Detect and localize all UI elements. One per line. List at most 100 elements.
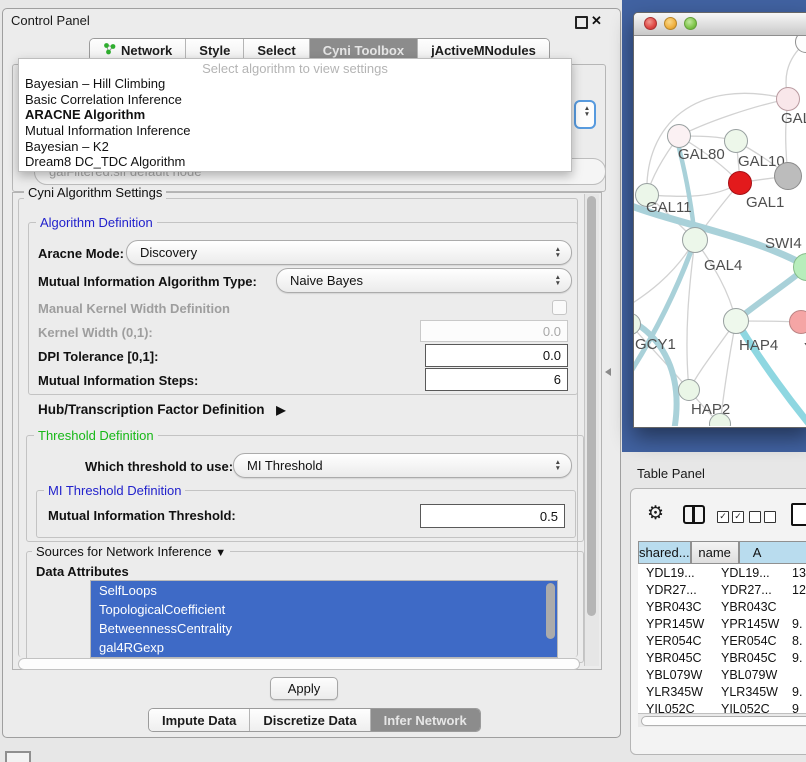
kernel-width-field[interactable]: 0.0 bbox=[420, 320, 568, 342]
network-node-gal80[interactable] bbox=[667, 124, 691, 148]
network-node-salmon[interactable] bbox=[789, 310, 806, 334]
node-label: SWI4 bbox=[765, 235, 802, 252]
data-attributes-list[interactable]: SelfLoops TopologicalCoefficient Between… bbox=[90, 580, 558, 658]
tab-infer-network[interactable]: Infer Network bbox=[371, 709, 480, 731]
node-label: GAL80 bbox=[678, 146, 725, 163]
algorithm-dropdown-popup: Select algorithm to view settings Bayesi… bbox=[18, 58, 572, 172]
network-node-gal-partial[interactable] bbox=[776, 87, 800, 111]
network-node-gray[interactable] bbox=[774, 162, 802, 190]
close-traffic-light[interactable] bbox=[644, 17, 657, 30]
scrollbar-thumb[interactable] bbox=[587, 196, 596, 616]
aracne-mode-combobox[interactable]: Discovery ▲▼ bbox=[126, 240, 572, 265]
dropdown-item[interactable]: Basic Correlation Inference bbox=[19, 92, 571, 108]
tab-select-label: Select bbox=[257, 43, 295, 58]
manual-kernel-width-checkbox[interactable] bbox=[552, 300, 567, 315]
mi-steps-field[interactable]: 6 bbox=[425, 368, 568, 391]
tab-network-label: Network bbox=[121, 43, 172, 58]
zoom-traffic-light[interactable] bbox=[684, 17, 697, 30]
network-view-window: GAL GAL80 GAL10 GAL1 GAL11 GAL4 SWI4 HAP… bbox=[633, 12, 806, 428]
attribute-item[interactable]: gal4RGexp bbox=[91, 638, 557, 657]
table-header-row: shared... name A bbox=[638, 541, 806, 564]
dropdown-item[interactable]: Dream8 DC_TDC Algorithm bbox=[19, 154, 571, 170]
gear-icon[interactable]: ⚙ bbox=[647, 502, 664, 525]
mi-steps-value: 6 bbox=[554, 372, 561, 387]
table-panel-container: ⚙ ✓✓ shared... name A YDL19...YDL19...13… bbox=[630, 488, 806, 755]
table-row[interactable]: YLR345WYLR345W9. bbox=[638, 683, 806, 700]
node-label: GAL bbox=[781, 110, 806, 127]
table-row[interactable]: YBL079WYBL079W bbox=[638, 666, 806, 683]
aracne-mode-value: Discovery bbox=[140, 245, 197, 260]
mi-threshold-field[interactable]: 0.5 bbox=[420, 504, 565, 528]
expanded-arrow-icon[interactable]: ▼ bbox=[215, 547, 226, 559]
apply-button[interactable]: Apply bbox=[270, 677, 338, 700]
dropdown-item[interactable]: Bayesian – Hill Climbing bbox=[19, 76, 571, 92]
dropdown-item[interactable]: Mutual Information Inference bbox=[19, 123, 571, 139]
hub-section[interactable]: Hub/Transcription Factor Definition ▶ bbox=[38, 402, 286, 417]
network-node-hap4[interactable] bbox=[723, 308, 749, 334]
node-label: GAL11 bbox=[646, 199, 692, 216]
minimized-panel-fragment[interactable] bbox=[5, 751, 31, 762]
tab-impute-data[interactable]: Impute Data bbox=[149, 709, 250, 731]
panel-splitter-handle[interactable] bbox=[605, 368, 611, 376]
table-row[interactable]: YBR045CYBR045C9. bbox=[638, 649, 806, 666]
attribute-item[interactable]: SelfLoops bbox=[91, 581, 557, 600]
mi-algorithm-type-combobox[interactable]: Naive Bayes ▲▼ bbox=[276, 268, 572, 293]
manual-kernel-width-label: Manual Kernel Width Definition bbox=[38, 301, 230, 316]
table-row[interactable]: YDR27...YDR27...12 bbox=[638, 581, 806, 598]
control-panel-title: Control Panel bbox=[11, 13, 90, 28]
aracne-mode-label: Aracne Mode: bbox=[38, 246, 124, 261]
scrollbar-thumb[interactable] bbox=[641, 716, 806, 726]
column-header-partial[interactable]: A bbox=[739, 541, 806, 564]
dropdown-item-selected[interactable]: ARACNE Algorithm bbox=[19, 107, 571, 123]
network-window-titlebar[interactable] bbox=[634, 13, 806, 36]
network-node-gal10[interactable] bbox=[724, 129, 748, 153]
mi-threshold-label: Mutual Information Threshold: bbox=[48, 508, 236, 523]
tab-discretize-data[interactable]: Discretize Data bbox=[250, 709, 370, 731]
collapsed-arrow-icon[interactable]: ▶ bbox=[276, 403, 285, 417]
close-panel-button[interactable]: ✕ bbox=[591, 13, 602, 29]
float-window-button[interactable] bbox=[575, 16, 588, 29]
network-node-gal1[interactable] bbox=[728, 171, 752, 195]
algorithm-definition-title: Algorithm Definition bbox=[36, 215, 157, 230]
column-header-name[interactable]: name bbox=[691, 541, 739, 564]
settings-horizontal-scrollbar[interactable] bbox=[18, 658, 580, 670]
stepper-icon: ▲▼ bbox=[555, 460, 571, 471]
mi-algorithm-type-value: Naive Bayes bbox=[290, 273, 363, 288]
table-row[interactable]: YDL19...YDL19...13 bbox=[638, 564, 806, 581]
sources-title-text: Sources for Network Inference bbox=[36, 544, 212, 559]
tab-impute-data-label: Impute Data bbox=[162, 713, 236, 728]
deselect-all-columns-icon[interactable] bbox=[749, 511, 776, 523]
which-threshold-combobox[interactable]: MI Threshold ▲▼ bbox=[233, 453, 572, 478]
node-table[interactable]: shared... name A YDL19...YDL19...13 YDR2… bbox=[638, 541, 806, 717]
split-panel-icon[interactable] bbox=[683, 505, 705, 524]
table-row[interactable]: YPR145WYPR145W9. bbox=[638, 615, 806, 632]
attribute-item[interactable]: TopologicalCoefficient bbox=[91, 600, 557, 619]
network-node-hap2[interactable] bbox=[678, 379, 700, 401]
algorithm-combobox-fragment[interactable]: ▲▼ bbox=[574, 100, 596, 129]
table-horizontal-scrollbar[interactable] bbox=[638, 713, 806, 727]
column-header-shared-name[interactable]: shared... bbox=[638, 541, 691, 564]
settings-vertical-scrollbar[interactable] bbox=[584, 194, 599, 666]
node-label: GCY1 bbox=[635, 336, 676, 353]
list-scrollbar-thumb[interactable] bbox=[546, 583, 555, 639]
select-all-columns-icon[interactable]: ✓✓ bbox=[717, 511, 744, 523]
attribute-item[interactable]: BetweennessCentrality bbox=[91, 619, 557, 638]
minimize-traffic-light[interactable] bbox=[664, 17, 677, 30]
table-row[interactable]: YBR043CYBR043C bbox=[638, 598, 806, 615]
mi-threshold-group-title: MI Threshold Definition bbox=[44, 483, 185, 498]
dropdown-item[interactable]: Bayesian – K2 bbox=[19, 139, 571, 155]
network-node-gal4[interactable] bbox=[682, 227, 708, 253]
sources-group-title[interactable]: Sources for Network Inference ▼ bbox=[32, 544, 230, 559]
bottom-tabbar: Impute Data Discretize Data Infer Networ… bbox=[148, 708, 481, 732]
tab-discretize-data-label: Discretize Data bbox=[263, 713, 356, 728]
dpi-tolerance-label: DPI Tolerance [0,1]: bbox=[38, 349, 158, 364]
which-threshold-label: Which threshold to use: bbox=[85, 459, 233, 474]
threshold-definition-title: Threshold Definition bbox=[34, 428, 158, 443]
apply-button-label: Apply bbox=[288, 681, 321, 696]
mi-threshold-value: 0.5 bbox=[540, 509, 558, 524]
table-row[interactable]: YER054CYER054C8. bbox=[638, 632, 806, 649]
kernel-width-label: Kernel Width (0,1): bbox=[38, 325, 153, 340]
network-canvas[interactable]: GAL GAL80 GAL10 GAL1 GAL11 GAL4 SWI4 HAP… bbox=[634, 36, 806, 426]
document-icon[interactable] bbox=[791, 503, 806, 526]
dpi-tolerance-field[interactable]: 0.0 bbox=[425, 344, 568, 367]
